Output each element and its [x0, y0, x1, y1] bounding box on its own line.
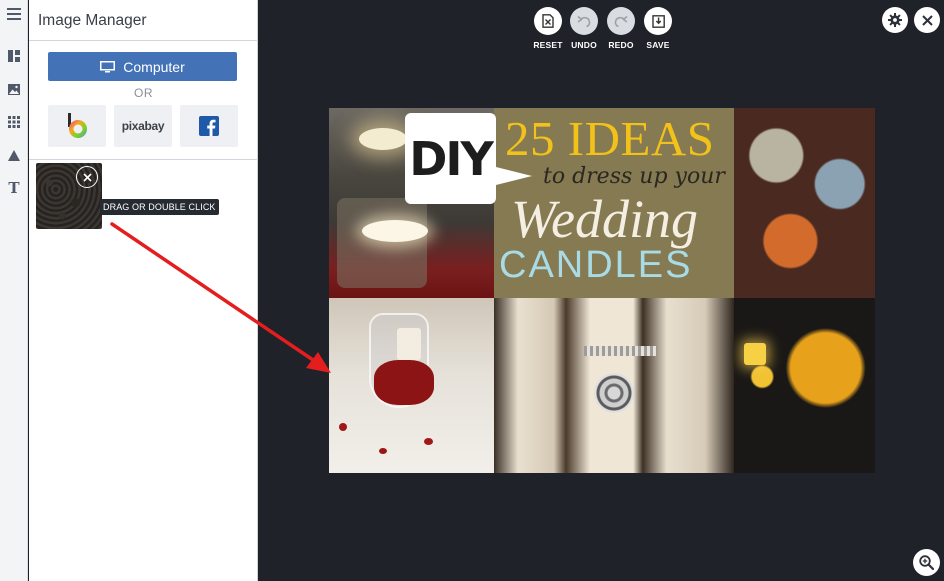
- close-icon: [921, 14, 933, 26]
- collage-canvas[interactable]: DIY 25 IDEAS to dress up your Wedding CA…: [329, 108, 875, 473]
- headline-wedding: Wedding: [511, 189, 698, 249]
- divider: [29, 40, 258, 41]
- reset-button[interactable]: [534, 7, 562, 35]
- headline-subtitle: to dress up your: [543, 164, 725, 189]
- reset-icon: [542, 14, 554, 28]
- monitor-icon: [100, 60, 116, 72]
- diy-speech-bubble: DIY: [405, 113, 496, 204]
- pixabay-label: pixabay: [121, 119, 165, 133]
- reset-label: RESET: [533, 40, 563, 50]
- text-icon[interactable]: T: [0, 176, 28, 200]
- rose-petal-candles-photo[interactable]: [734, 108, 875, 298]
- behance-logo-icon: [68, 113, 87, 138]
- redo-icon: [614, 15, 628, 27]
- grid-icon[interactable]: [0, 110, 28, 134]
- close-button[interactable]: [914, 7, 940, 33]
- close-icon: [82, 172, 92, 182]
- image-icon[interactable]: [0, 77, 28, 101]
- undo-label: UNDO: [571, 40, 597, 50]
- menu-icon[interactable]: [0, 2, 28, 26]
- pixabay-source-button[interactable]: pixabay: [114, 105, 172, 147]
- panel-title: Image Manager: [38, 12, 147, 29]
- save-icon: [651, 14, 665, 28]
- divider: [29, 159, 258, 160]
- redo-button[interactable]: [607, 7, 635, 35]
- save-label: SAVE: [646, 40, 670, 50]
- jeweled-pillar-candles-photo[interactable]: [494, 298, 734, 473]
- remove-thumbnail-button[interactable]: [76, 166, 98, 188]
- zoom-button[interactable]: [913, 549, 940, 576]
- shape-icon[interactable]: [0, 143, 28, 167]
- layout-icon[interactable]: [0, 44, 28, 68]
- tool-rail: T: [0, 0, 28, 581]
- save-button[interactable]: [644, 7, 672, 35]
- gear-icon: [888, 13, 902, 27]
- rose-vase-centerpiece-photo[interactable]: [329, 298, 494, 473]
- redo-label: REDO: [608, 40, 634, 50]
- headline-ideas: 25 IDEAS: [505, 111, 715, 166]
- upload-computer-button[interactable]: Computer: [48, 52, 237, 81]
- behance-source-button[interactable]: [48, 105, 106, 147]
- diy-text: DIY: [409, 131, 494, 186]
- settings-button[interactable]: [882, 7, 908, 33]
- undo-icon: [577, 15, 591, 27]
- thumbnail-tooltip: DRAG OR DOUBLE CLICK: [100, 199, 219, 215]
- image-manager-panel: Image Manager Computer OR pixabay DRAG O…: [29, 0, 258, 581]
- or-separator: OR: [134, 86, 153, 100]
- speech-bubble-tail: [492, 166, 532, 186]
- undo-button[interactable]: [570, 7, 598, 35]
- facebook-logo-icon: [199, 116, 219, 136]
- zoom-in-icon: [919, 555, 934, 570]
- facebook-source-button[interactable]: [180, 105, 238, 147]
- computer-button-label: Computer: [123, 58, 185, 75]
- orange-flowers-candles-photo[interactable]: [734, 298, 875, 473]
- headline-candles: CANDLES: [499, 244, 693, 286]
